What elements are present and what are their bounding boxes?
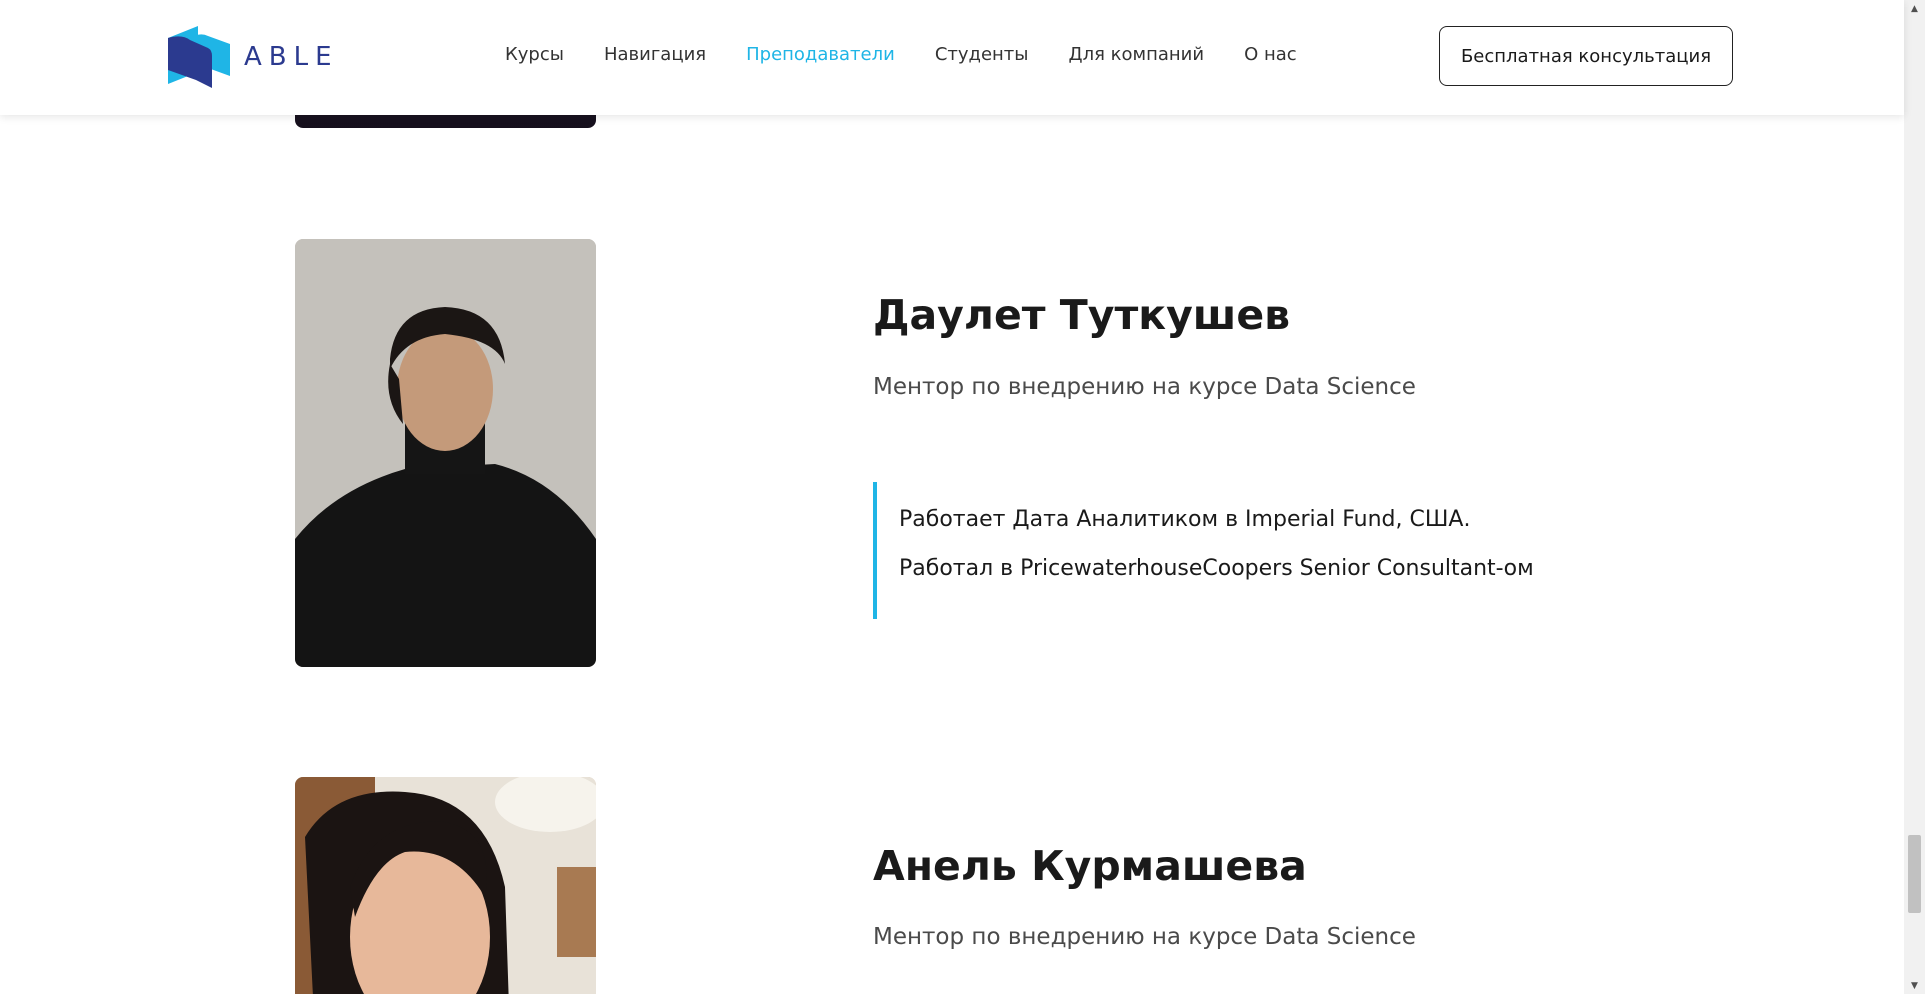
teacher-bio: Работает Дата Аналитиком в Imperial Fund… (873, 482, 1534, 619)
person-portrait-icon (295, 239, 596, 667)
nav-item-teachers[interactable]: Преподаватели (746, 44, 895, 65)
teacher-name: Анель Курмашева (873, 842, 1307, 890)
logo-text: ABLE (244, 42, 339, 72)
teacher-photo (295, 239, 596, 667)
page: ABLE Курсы Навигация Преподаватели Студе… (0, 0, 1925, 994)
logo[interactable]: ABLE (168, 26, 339, 88)
teacher-name: Даулет Туткушев (873, 291, 1291, 339)
nav-item-navigation[interactable]: Навигация (604, 44, 706, 65)
bio-line: Работает Дата Аналитиком в Imperial Fund… (899, 507, 1471, 532)
scroll-up-arrow-icon[interactable]: ▲ (1904, 0, 1925, 17)
teacher-role: Ментор по внедрению на курсе Data Scienc… (873, 924, 1416, 950)
scrollbar-thumb[interactable] (1908, 835, 1921, 913)
person-portrait-icon (295, 777, 596, 994)
logo-mark-icon (168, 26, 230, 88)
scroll-down-arrow-icon[interactable]: ▼ (1904, 977, 1925, 994)
site-header: ABLE Курсы Навигация Преподаватели Студе… (0, 0, 1904, 115)
scrollbar[interactable]: ▲ ▼ (1904, 0, 1925, 994)
free-consultation-button[interactable]: Бесплатная консультация (1439, 26, 1733, 86)
nav-item-students[interactable]: Студенты (935, 44, 1029, 65)
teacher-role: Ментор по внедрению на курсе Data Scienc… (873, 374, 1416, 400)
nav-item-courses[interactable]: Курсы (505, 44, 564, 65)
bio-line: Работал в PricewaterhouseCoopers Senior … (899, 556, 1534, 581)
teacher-photo (295, 777, 596, 994)
nav-item-for-companies[interactable]: Для компаний (1069, 44, 1205, 65)
nav-item-about[interactable]: О нас (1244, 44, 1297, 65)
main-nav: Курсы Навигация Преподаватели Студенты Д… (505, 44, 1337, 65)
